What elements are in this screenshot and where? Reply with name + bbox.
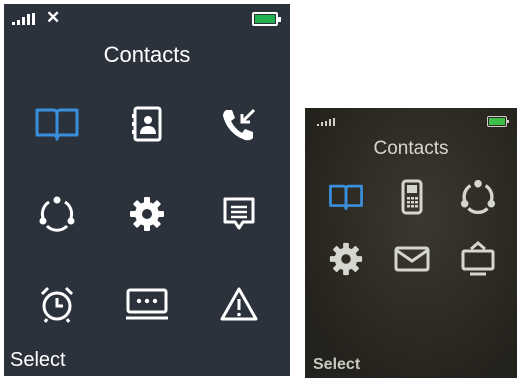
menu-item-messages[interactable]: [387, 236, 437, 282]
mobile-phone-icon: [401, 179, 423, 215]
gear-icon: [329, 242, 363, 276]
refresh-circle-icon: [39, 196, 75, 232]
message-icon: [223, 197, 255, 230]
alarm-clock-icon: [40, 286, 74, 323]
menu-item-alarm[interactable]: [24, 276, 90, 332]
menu-item-contact-card[interactable]: [114, 96, 180, 152]
page-title: Contacts: [103, 42, 191, 67]
battery-level: [489, 118, 505, 125]
menu-item-book[interactable]: [24, 96, 90, 152]
battery-level: [255, 15, 275, 23]
softkey-select[interactable]: Select: [10, 349, 66, 372]
signal-strength-icon: [12, 13, 35, 25]
contact-card-icon: [132, 106, 162, 142]
page-title: Contacts: [373, 138, 449, 159]
phone-screen-photo: Contacts Select: [305, 108, 517, 378]
book-icon: [329, 184, 363, 211]
menu-item-warning[interactable]: [206, 276, 272, 332]
menu-item-keyboard[interactable]: [114, 276, 180, 332]
display-icon: [461, 241, 495, 276]
status-bar: ✕: [4, 4, 290, 32]
menu-item-display[interactable]: [453, 236, 503, 282]
menu-item-call-log[interactable]: [206, 96, 272, 152]
refresh-circle-icon: [460, 179, 496, 214]
keyboard-icon: [126, 288, 168, 320]
menu-item-sync[interactable]: [453, 174, 503, 220]
gear-icon: [130, 197, 164, 231]
battery-icon: [252, 12, 281, 26]
menu-item-mobile-phone[interactable]: [387, 174, 437, 220]
battery-icon: [487, 116, 509, 127]
phone-screen-rendered: ✕ Contacts Select: [4, 4, 290, 376]
envelope-icon: [394, 246, 430, 272]
signal-strength-icon: [317, 118, 335, 126]
warning-icon: [220, 287, 258, 321]
menu-item-settings[interactable]: [114, 186, 180, 242]
no-service-icon: ✕: [46, 8, 61, 27]
menu-item-book[interactable]: [321, 174, 371, 220]
comparison-figure: ✕ Contacts Select Contacts Select: [0, 0, 520, 380]
book-icon: [35, 108, 79, 141]
menu-item-settings[interactable]: [321, 236, 371, 282]
menu-item-messages[interactable]: [206, 186, 272, 242]
menu-item-sync[interactable]: [24, 186, 90, 242]
softkey-select[interactable]: Select: [313, 356, 360, 374]
call-log-icon: [223, 108, 256, 141]
